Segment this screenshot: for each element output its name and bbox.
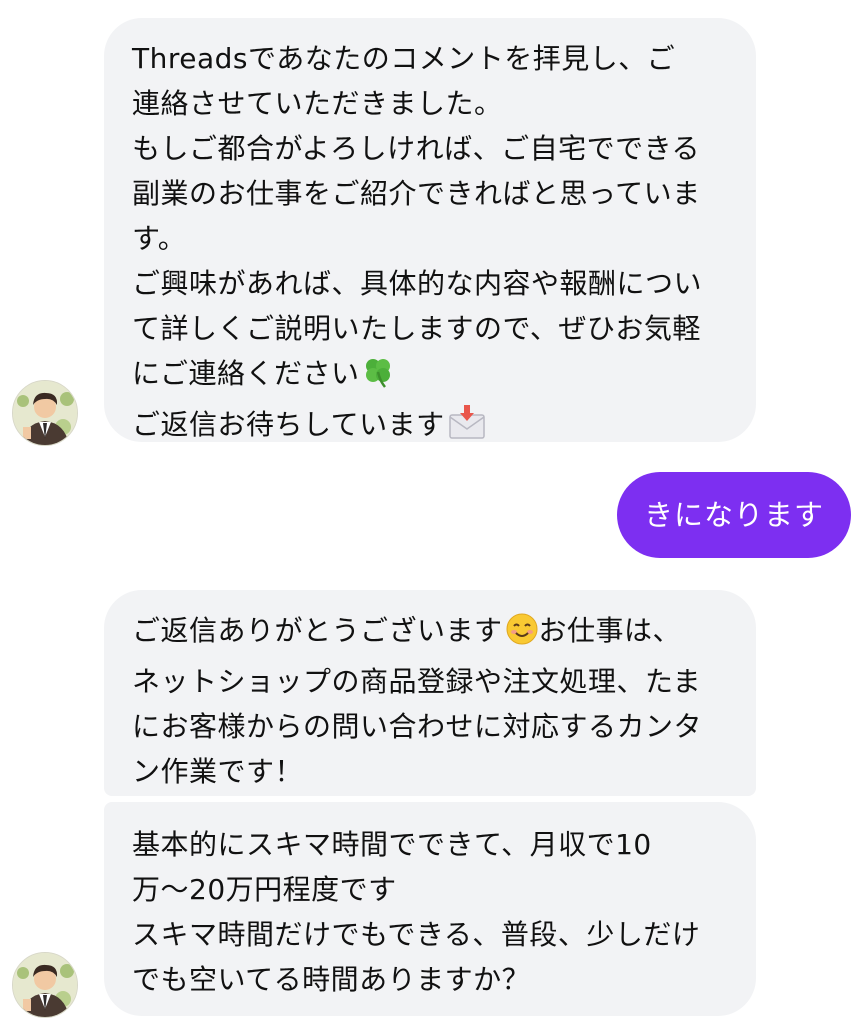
message-line: 副業のお仕事をご紹介できればと思っていま bbox=[132, 177, 701, 210]
message-line: す。 bbox=[132, 222, 187, 255]
message-line: にお客様からの問い合わせに対応するカンタ bbox=[132, 710, 703, 743]
smiling-face-icon bbox=[505, 612, 539, 659]
sender-avatar[interactable] bbox=[12, 952, 78, 1018]
message-line: もしご都合がよろしければ、ご自宅でできる bbox=[132, 132, 701, 165]
message-line: 連絡させていただきました。 bbox=[132, 87, 503, 120]
message-line: スキマ時間だけでもできる、普段、少しだけ bbox=[132, 918, 701, 951]
message-line: ネットショップの商品登録や注文処理、たま bbox=[132, 665, 702, 698]
received-message-bubble[interactable]: Threadsであなたのコメントを拝見し、ご 連絡させていただきました。 もしご… bbox=[104, 18, 756, 442]
message-line: ご返信ありがとうございます bbox=[132, 614, 503, 647]
message-line-with-emoji: ご返信ありがとうございます お仕事は、 bbox=[132, 608, 728, 659]
message-line: ご興味があれば、具体的な内容や報酬につい bbox=[132, 267, 703, 300]
message-line: ン作業です！ bbox=[132, 755, 304, 788]
message-line: て詳しくご説明いたしますので、ぜひお気軽 bbox=[132, 312, 701, 345]
message-line: でも空いてる時間ありますか？ bbox=[132, 963, 531, 996]
inbox-envelope-icon bbox=[447, 404, 487, 453]
message-line: ご返信お待ちしています bbox=[132, 408, 445, 441]
received-message-bubble[interactable]: ご返信ありがとうございます お仕事は、 ネットショップの商品登録や注文処理、たま… bbox=[104, 590, 756, 796]
message-line: にご連絡ください bbox=[132, 357, 360, 390]
message-line-with-emoji: にご連絡ください bbox=[132, 351, 728, 402]
message-line: お仕事は、 bbox=[538, 614, 682, 647]
message-line-with-emoji: ご返信お待ちしています bbox=[132, 402, 728, 453]
businessman-avatar-icon bbox=[13, 953, 77, 1017]
message-line: Threadsであなたのコメントを拝見し、ご bbox=[132, 42, 676, 75]
four-leaf-clover-icon bbox=[361, 355, 395, 402]
message-line: 万〜20万円程度です bbox=[132, 873, 397, 906]
message-line: 基本的にスキマ時間でできて、月収で10 bbox=[132, 828, 652, 861]
received-message-bubble[interactable]: 基本的にスキマ時間でできて、月収で10 万〜20万円程度です スキマ時間だけでも… bbox=[104, 802, 756, 1016]
sender-avatar[interactable] bbox=[12, 380, 78, 446]
sent-message-bubble[interactable]: きになります bbox=[617, 472, 851, 558]
businessman-avatar-icon bbox=[13, 381, 77, 445]
